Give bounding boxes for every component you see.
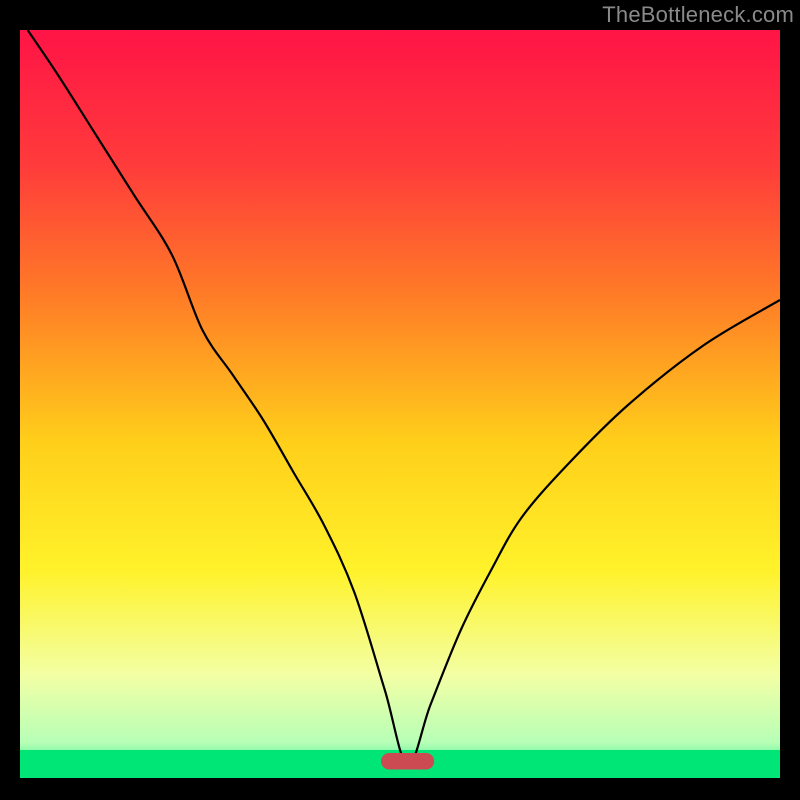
optimum-marker — [381, 753, 434, 770]
plot-area — [20, 30, 780, 780]
chart-svg — [20, 30, 780, 780]
watermark-text: TheBottleneck.com — [602, 2, 794, 28]
chart-frame: TheBottleneck.com — [0, 0, 800, 800]
gradient-background — [20, 30, 780, 780]
